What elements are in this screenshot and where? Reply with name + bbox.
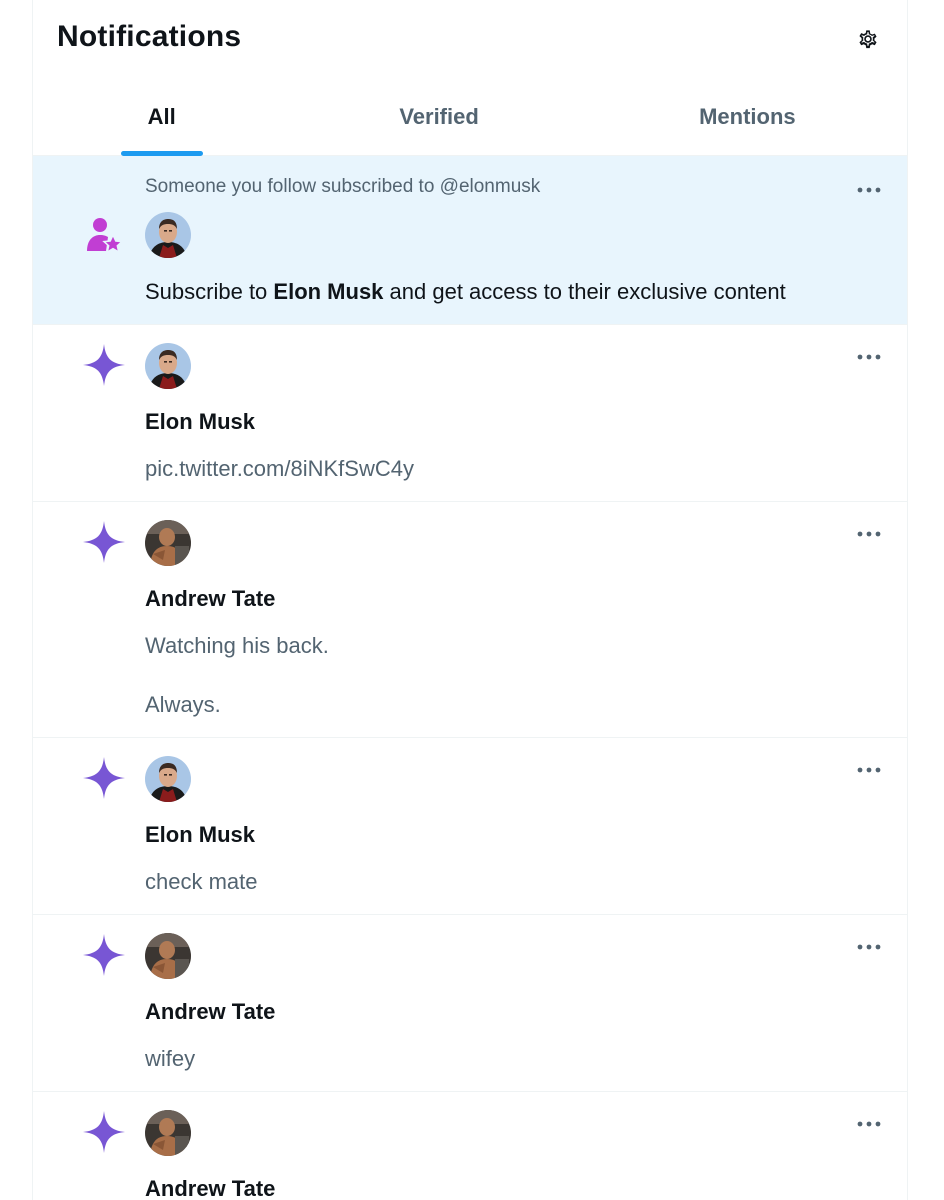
andrew-tate-avatar [145, 933, 191, 979]
avatar[interactable] [145, 1110, 191, 1156]
post-text: Always. [145, 692, 221, 717]
more-options-button[interactable] [855, 760, 883, 780]
tab-all[interactable]: All [33, 78, 290, 156]
post-text: wifey [145, 1046, 196, 1071]
more-options-button[interactable] [855, 937, 883, 957]
tab-label: Verified [399, 104, 479, 129]
cta-prefix: Subscribe to [145, 279, 274, 304]
notification-item[interactable]: Andrew Tate Watching his back. Always. [33, 502, 907, 738]
avatar[interactable] [145, 933, 191, 979]
notifications-panel: Notifications All Verified Mentions Some… [32, 0, 908, 1200]
notification-item[interactable]: Andrew Tate wifey [33, 915, 907, 1092]
author-name[interactable]: Andrew Tate [145, 999, 275, 1025]
avatar[interactable] [145, 756, 191, 802]
more-icon [855, 760, 883, 780]
more-icon [855, 524, 883, 544]
subscription-note: Someone you follow subscribed to @elonmu… [145, 176, 541, 197]
elon-musk-avatar [145, 756, 191, 802]
elon-musk-avatar [145, 343, 191, 389]
notification-item[interactable]: Andrew Tate [33, 1092, 907, 1200]
tab-mentions[interactable]: Mentions [588, 78, 907, 156]
more-icon [855, 347, 883, 367]
avatar[interactable] [145, 212, 191, 258]
page-header: Notifications [33, 0, 907, 78]
sparkle-icon [81, 755, 127, 801]
tab-label: Mentions [699, 104, 796, 129]
more-icon [855, 1114, 883, 1134]
post-text: check mate [145, 869, 258, 894]
notification-item[interactable]: Elon Musk pic.twitter.com/8iNKfSwC4y [33, 325, 907, 502]
more-icon [855, 180, 883, 200]
tab-verified[interactable]: Verified [290, 78, 587, 156]
avatar[interactable] [145, 520, 191, 566]
gear-icon [859, 30, 877, 49]
author-name[interactable]: Elon Musk [145, 822, 255, 848]
page-title: Notifications [57, 20, 242, 53]
more-options-button[interactable] [855, 347, 883, 367]
andrew-tate-avatar [145, 520, 191, 566]
cta-name[interactable]: Elon Musk [273, 279, 383, 304]
tab-label: All [147, 104, 176, 129]
sparkle-icon [81, 342, 127, 388]
cta-suffix: and get access to their exclusive conten… [383, 279, 786, 304]
elon-musk-avatar [145, 212, 191, 258]
avatar[interactable] [145, 343, 191, 389]
more-options-button[interactable] [855, 524, 883, 544]
notification-item[interactable]: Elon Musk check mate [33, 738, 907, 915]
more-options-button[interactable] [855, 180, 883, 200]
post-text: Watching his back. [145, 633, 329, 658]
andrew-tate-avatar [145, 1110, 191, 1156]
sparkle-icon [81, 1109, 127, 1155]
tab-bar: All Verified Mentions [33, 78, 907, 156]
author-name[interactable]: Andrew Tate [145, 586, 275, 612]
author-name[interactable]: Andrew Tate [145, 1176, 275, 1200]
sparkle-icon [81, 932, 127, 978]
person-star-icon [81, 212, 127, 258]
more-icon [855, 937, 883, 957]
more-options-button[interactable] [855, 1114, 883, 1134]
settings-button[interactable] [851, 22, 885, 56]
post-text: pic.twitter.com/8iNKfSwC4y [145, 456, 414, 481]
subscription-cta: Subscribe to Elon Musk and get access to… [145, 279, 786, 305]
subscription-notification[interactable]: Someone you follow subscribed to @elonmu… [33, 156, 907, 325]
author-name[interactable]: Elon Musk [145, 409, 255, 435]
sparkle-icon [81, 519, 127, 565]
